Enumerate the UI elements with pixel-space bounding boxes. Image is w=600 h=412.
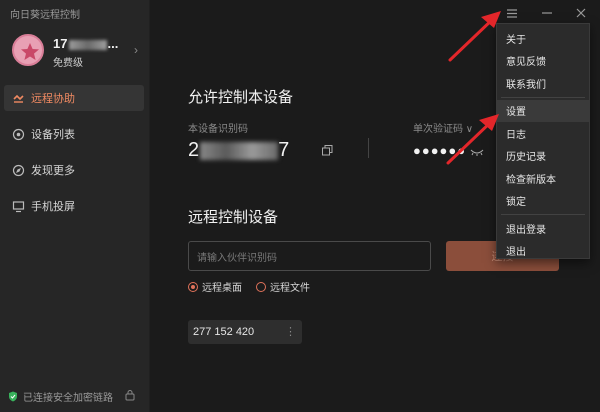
arrow-to-menu-icon [448, 11, 501, 62]
arrow-to-settings [446, 114, 499, 165]
annotation-arrows [446, 11, 501, 165]
